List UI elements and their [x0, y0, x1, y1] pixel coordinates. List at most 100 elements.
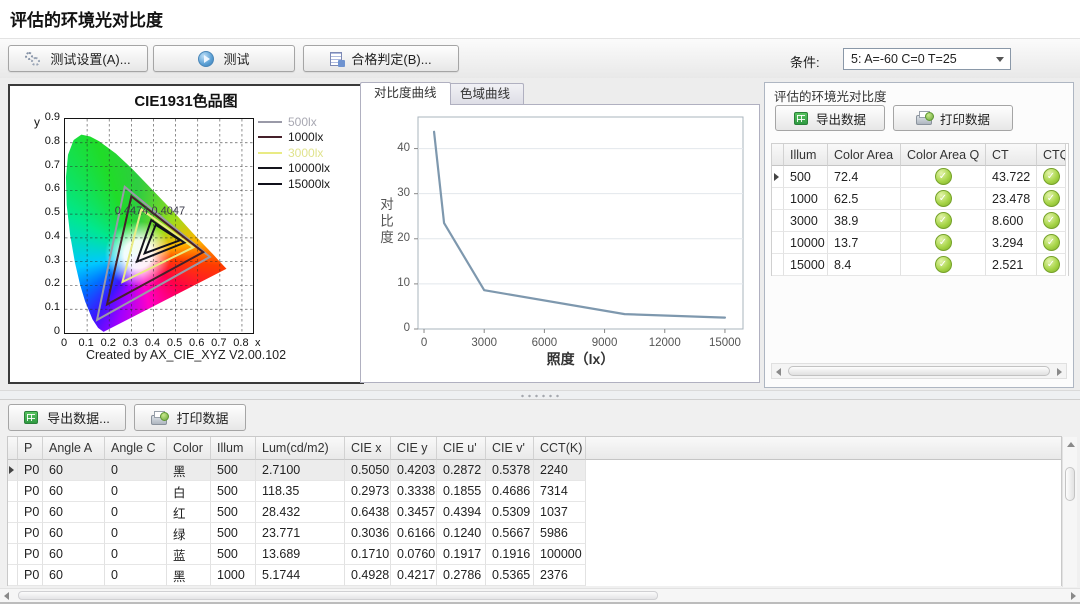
export-data-button[interactable]: 导出数据 — [775, 105, 885, 131]
tab-contrast-curve[interactable]: 对比度曲线 — [360, 82, 451, 105]
row-selector-cell — [772, 254, 784, 276]
header-cell[interactable]: Illum — [784, 144, 828, 166]
header-cell[interactable]: Color Area Q — [901, 144, 986, 166]
table-cell: 0.4217 — [391, 565, 437, 586]
scroll-up-icon[interactable] — [1067, 442, 1075, 447]
table-cell: 13.7 — [828, 232, 901, 254]
table-row[interactable]: P0600蓝50013.6890.17100.07600.19170.19161… — [8, 544, 1061, 565]
header-cell[interactable]: CIE y — [391, 437, 437, 460]
chevron-down-icon[interactable] — [992, 51, 1008, 67]
export-data-bottom-button[interactable]: 导出数据... — [8, 404, 126, 431]
evaluation-table-hscrollbar[interactable] — [771, 363, 1067, 379]
cie-x-tick: 0.5 — [163, 337, 187, 349]
scroll-left-icon[interactable] — [776, 368, 781, 376]
green-check-icon: ✓ — [935, 168, 952, 185]
table-row[interactable]: 150008.4✓2.521✓ — [772, 254, 1068, 276]
scroll-left-icon[interactable] — [4, 592, 9, 600]
green-check-icon: ✓ — [935, 234, 952, 251]
test-button[interactable]: 测试 — [153, 45, 295, 72]
table-cell: 0 — [105, 523, 167, 544]
legend-item: 500lx — [258, 114, 330, 130]
measurement-table-vscrollbar[interactable] — [1062, 437, 1077, 587]
scrollbar-thumb[interactable] — [788, 366, 1050, 376]
table-cell: 1000 — [784, 188, 828, 210]
contrast-x-tick: 6000 — [520, 337, 568, 349]
header-cell[interactable]: Color Area — [828, 144, 901, 166]
table-row[interactable]: 300038.9✓8.600✓ — [772, 210, 1068, 232]
header-cell[interactable]: Lum(cd/m2) — [256, 437, 345, 460]
table-cell: ✓ — [901, 210, 986, 232]
condition-select[interactable]: 5: A=-60 C=0 T=25 — [843, 48, 1011, 70]
pass-judgment-button[interactable]: 合格判定(B)... — [303, 45, 459, 72]
table-cell: 0.3457 — [391, 502, 437, 523]
scrollbar-thumb[interactable] — [1065, 467, 1075, 501]
table-cell: 0.1917 — [437, 544, 486, 565]
table-cell: ✓ — [1037, 232, 1066, 254]
table-cell: 0 — [105, 565, 167, 586]
header-cell[interactable]: Angle A — [43, 437, 105, 460]
contrast-chart-panel: 对比度 照度（lx） 01020304003000600090001200015… — [360, 104, 760, 383]
print-data-button[interactable]: 打印数据 — [893, 105, 1013, 131]
print-data-bottom-button[interactable]: 打印数据 — [134, 404, 246, 431]
green-check-icon: ✓ — [935, 256, 952, 273]
table-cell: 0.1240 — [437, 523, 486, 544]
header-cell[interactable]: CTQ — [1037, 144, 1066, 166]
table-row[interactable]: P0600黑10005.17440.49280.42170.27860.5365… — [8, 565, 1061, 586]
table-row[interactable]: 100062.5✓23.478✓ — [772, 188, 1068, 210]
header-cell[interactable]: CIE x — [345, 437, 391, 460]
cie-x-tick: 0.4 — [140, 337, 164, 349]
table-cell: 0.5378 — [486, 460, 534, 481]
header-cell[interactable]: P — [18, 437, 43, 460]
table-row[interactable]: 50072.4✓43.722✓ — [772, 166, 1068, 188]
cie-y-tick: 0.2 — [32, 277, 60, 289]
cie-x-axis-label: x — [255, 337, 261, 349]
table-cell: 2.521 — [986, 254, 1037, 276]
table-cell: 蓝 — [167, 544, 211, 565]
table-cell: 1000 — [211, 565, 256, 586]
table-cell: 72.4 — [828, 166, 901, 188]
cie-x-tick: 0.1 — [74, 337, 98, 349]
header-cell[interactable]: Color — [167, 437, 211, 460]
cie-y-tick: 0.6 — [32, 182, 60, 194]
measurement-table-hscrollbar[interactable] — [0, 588, 1080, 602]
table-cell: 100000 — [534, 544, 586, 565]
test-label: 测试 — [223, 49, 249, 68]
table-row[interactable]: P0600红50028.4320.64380.34570.43940.53091… — [8, 502, 1061, 523]
table-row[interactable]: 1000013.7✓3.294✓ — [772, 232, 1068, 254]
table-row[interactable]: P0600绿50023.7710.30360.61660.12400.56675… — [8, 523, 1061, 544]
table-cell: 0.6438 — [345, 502, 391, 523]
table-row[interactable]: P0600白500118.350.29730.33380.18550.46867… — [8, 481, 1061, 502]
row-selector-cell — [772, 210, 784, 232]
table-cell: 0 — [105, 481, 167, 502]
scroll-right-icon[interactable] — [1057, 368, 1062, 376]
scrollbar-thumb[interactable] — [18, 591, 658, 600]
table-cell: 黑 — [167, 460, 211, 481]
header-cell[interactable]: Illum — [211, 437, 256, 460]
table-cell: 0.5050 — [345, 460, 391, 481]
table-cell: P0 — [18, 481, 43, 502]
legend-line-swatch — [258, 152, 282, 154]
table-cell: 500 — [784, 166, 828, 188]
table-cell: 60 — [43, 502, 105, 523]
header-cell[interactable]: CT — [986, 144, 1037, 166]
table-cell: 0.1710 — [345, 544, 391, 565]
header-cell[interactable]: CIE v' — [486, 437, 534, 460]
tab-gamut-curve[interactable]: 色域曲线 — [446, 83, 524, 104]
splitter-grip-icon[interactable] — [519, 394, 561, 398]
table-cell: 118.35 — [256, 481, 345, 502]
table-cell: 500 — [211, 544, 256, 565]
scroll-right-icon[interactable] — [1071, 592, 1076, 600]
table-cell: ✓ — [901, 188, 986, 210]
table-cell: 7314 — [534, 481, 586, 502]
table-row[interactable]: P0600黑5002.71000.50500.42030.28720.53782… — [8, 460, 1061, 481]
splitter[interactable] — [0, 390, 1080, 400]
header-cell[interactable]: Angle C — [105, 437, 167, 460]
header-cell[interactable]: CIE u' — [437, 437, 486, 460]
cie-legend: 500lx1000lx3000lx10000lx15000lx — [258, 114, 330, 192]
table-cell: ✓ — [901, 254, 986, 276]
legend-item: 10000lx — [258, 161, 330, 177]
test-settings-button[interactable]: 测试设置(A)... — [8, 45, 148, 72]
table-cell: 0.4394 — [437, 502, 486, 523]
header-cell[interactable]: CCT(K) — [534, 437, 586, 460]
table-cell: 0.4203 — [391, 460, 437, 481]
